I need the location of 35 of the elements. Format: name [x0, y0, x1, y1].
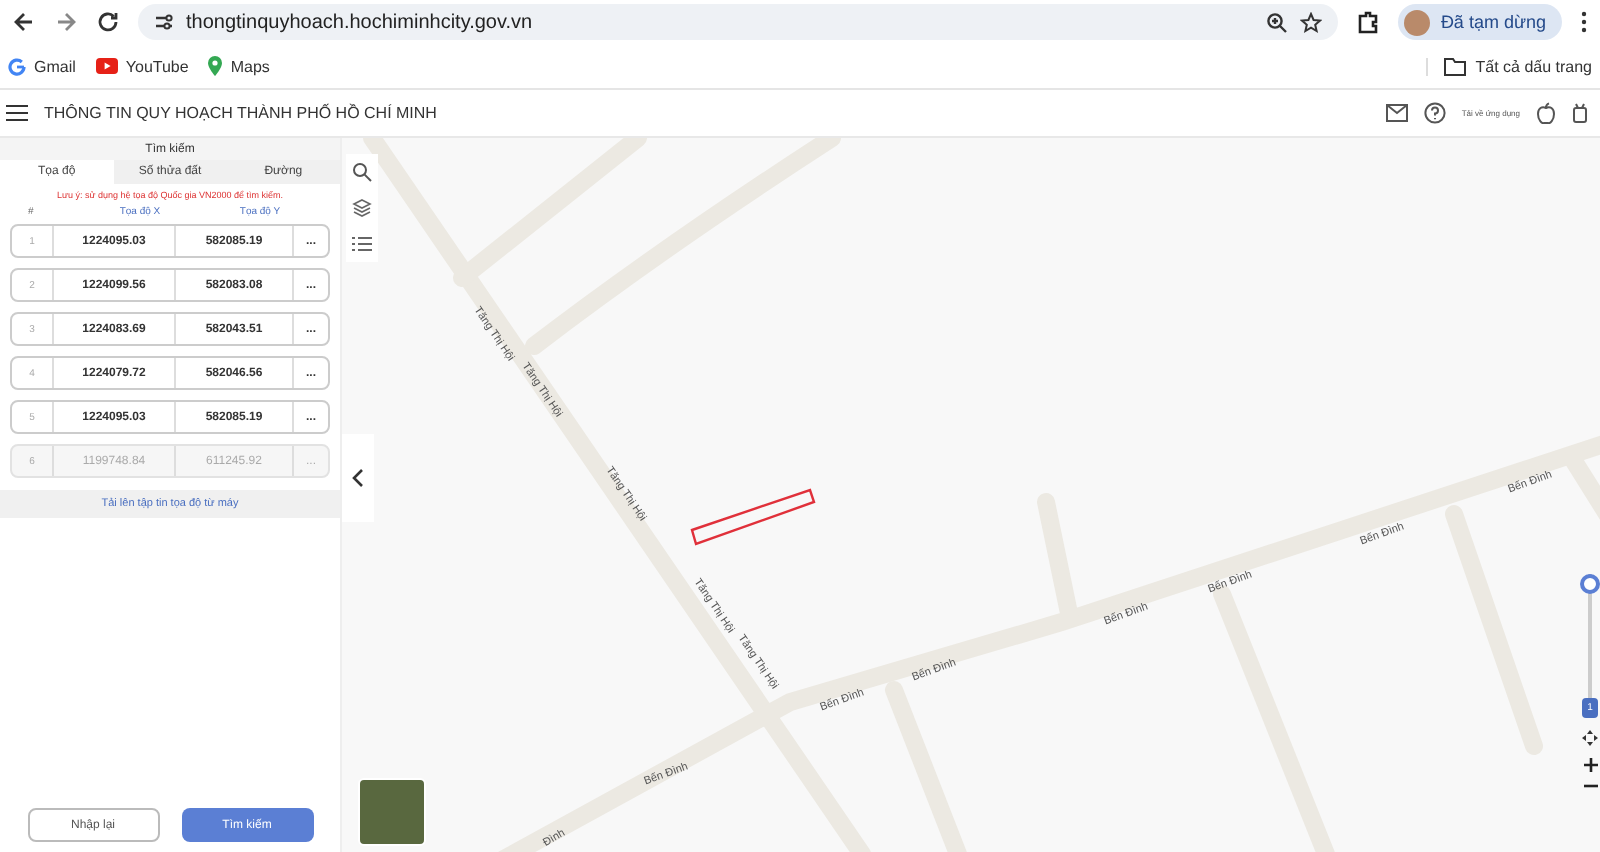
slider-thumb[interactable]: [1580, 574, 1600, 594]
folder-icon: [1443, 57, 1466, 75]
back-icon[interactable]: [12, 10, 36, 34]
menu-icon[interactable]: [6, 104, 28, 122]
layers-icon[interactable]: [352, 198, 372, 218]
list-icon[interactable]: [352, 234, 372, 254]
forward-icon[interactable]: [54, 10, 78, 34]
apple-icon[interactable]: [1536, 102, 1556, 124]
zoom-icon[interactable]: [1266, 11, 1289, 33]
bookmark-link[interactable]: Gmail: [8, 56, 76, 76]
all-bookmarks-link[interactable]: Tất cả dấu trang: [1425, 57, 1592, 75]
move-icon[interactable]: [1582, 730, 1598, 746]
profile-button[interactable]: Đã tạm dừng: [1398, 4, 1562, 40]
menu-icon[interactable]: [1580, 10, 1588, 34]
android-icon[interactable]: [1572, 102, 1588, 124]
bookmark-link[interactable]: Maps: [208, 56, 270, 76]
satellite-thumbnail[interactable]: [358, 778, 426, 846]
star-icon[interactable]: [1300, 11, 1323, 33]
parcel-outline: [690, 488, 816, 546]
google-g-icon: [8, 57, 26, 75]
url-text: thongtinquyhoach.hochiminhcity.gov.vn: [186, 11, 535, 33]
play-icon: [95, 58, 118, 74]
zoom-in-icon[interactable]: [1583, 758, 1597, 772]
search-icon[interactable]: [352, 162, 372, 182]
map-pin-icon: [208, 56, 223, 76]
bookmark-link[interactable]: YouTube: [95, 56, 189, 76]
mail-icon[interactable]: [1385, 104, 1408, 122]
avatar-icon: [1404, 9, 1431, 35]
app-title: THÔNG TIN QUY HOẠCH THÀNH PHỐ HỒ CHÍ MINH: [44, 104, 437, 122]
address-bar[interactable]: thongtinquyhoach.hochiminhcity.gov.vn: [138, 4, 1339, 40]
chevron-left-icon: [352, 468, 364, 488]
site-info-icon[interactable]: [154, 12, 174, 32]
help-icon[interactable]: [1423, 102, 1446, 124]
extension-icon[interactable]: [1356, 10, 1381, 34]
reload-icon[interactable]: [96, 10, 120, 34]
